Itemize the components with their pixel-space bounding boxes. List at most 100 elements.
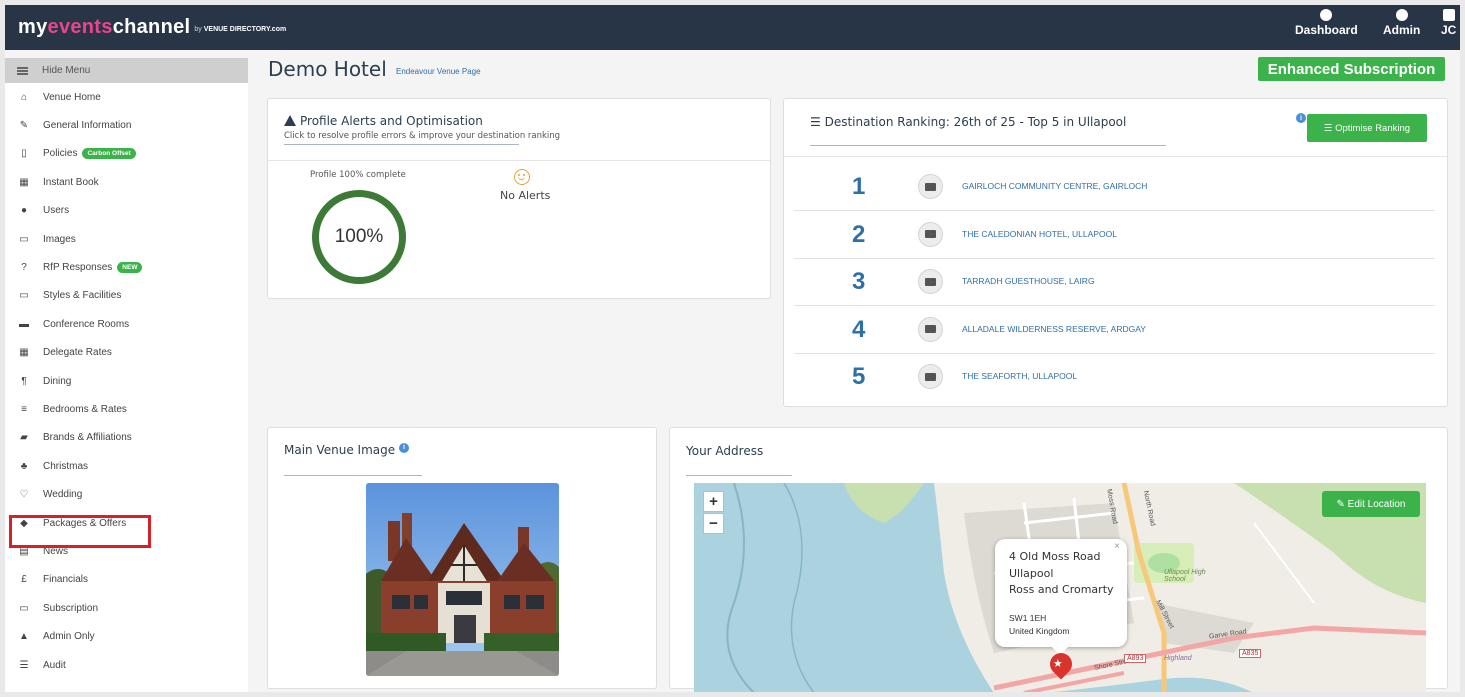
hamburger-icon [17,66,28,75]
title-underline [284,144,519,145]
ranking-venue-link[interactable]: ALLADALE WILDERNESS RESERVE, ARDGAY [962,324,1146,334]
sidebar-item-images[interactable]: ▭ Images [5,225,248,253]
profile-alerts-panel: Profile Alerts and Optimisation Click to… [267,98,771,299]
sidebar-item-christmas[interactable]: ♣ Christmas [5,452,248,480]
close-icon[interactable]: × [1114,541,1120,552]
optimise-ranking-label: Optimise Ranking [1335,122,1411,134]
logo-by: by VENUE DIRECTORY.com [194,26,286,33]
pound-icon: £ [21,574,27,586]
main-venue-image-panel: Main Venue Image i [267,427,657,689]
sidebar-item-financials[interactable]: £ Financials [5,566,248,594]
user-icon: ● [20,205,28,217]
address-popup: × 4 Old Moss Road Ullapool Ross and Crom… [995,539,1127,655]
subscription-button[interactable]: Enhanced Subscription [1258,57,1445,81]
sidebar-item-venue-home[interactable]: ⌂ Venue Home [5,83,248,111]
rank-number: 2 [852,220,866,248]
venue-page-link[interactable]: Endeavour Venue Page [396,67,481,76]
logo-partner: VENUE DIRECTORY.com [203,26,287,33]
camera-icon-body [925,277,936,286]
calculator-icon: ▦ [19,347,29,359]
ranking-row: 2 THE CALEDONIAN HOTEL, ULLAPOOL [794,211,1435,259]
image-icon: ▭ [19,233,29,245]
ranking-venue-link[interactable]: THE CALEDONIAN HOTEL, ULLAPOOL [962,229,1117,239]
sidebar-item-label: Delegate Rates [43,347,112,359]
sidebar-item-wedding[interactable]: ♡ Wedding [5,480,248,508]
sidebar-item-admin-only[interactable]: ▲ Admin Only [5,622,248,650]
edit-location-label: Edit Location [1347,498,1406,510]
nav-user[interactable]: JC [1441,9,1456,37]
location-map[interactable]: + − ✎ Edit Location North Road Mill Stre… [694,483,1426,692]
divider [784,156,1447,157]
sidebar-item-label: Policies [43,148,78,160]
hide-menu-toggle[interactable]: Hide Menu [5,58,248,83]
optimise-ranking-button[interactable]: ☰ Optimise Ranking [1307,114,1427,142]
sidebar-item-dining[interactable]: ¶ Dining [5,367,248,395]
address-line2: Ullapool [1009,567,1054,580]
sidebar-item-label: Financials [43,574,89,586]
sidebar-item-brands-affiliations[interactable]: ▰ Brands & Affiliations [5,424,248,452]
list-icon: ☰ [19,659,29,671]
list-icon: ☰ [1323,122,1336,134]
logo-by-text: by [194,26,202,33]
address-panel: Your Address + − ✎ Edit Location North R… [669,427,1448,692]
document-icon: ▯ [21,148,27,160]
sidebar-item-label: Brands & Affiliations [43,432,132,444]
camera-icon-body [925,325,936,333]
logo-text-events: events [47,16,113,38]
nav-dashboard[interactable]: Dashboard [1295,9,1358,37]
ranking-venue-link[interactable]: TARRADH GUESTHOUSE, LAIRG [962,276,1095,286]
camera-icon-body [925,372,936,381]
sidebar-item-delegate-rates[interactable]: ▦ Delegate Rates [5,339,248,367]
sidebar-item-label: Admin Only [43,631,95,643]
sidebar-item-subscription[interactable]: ▭ Subscription [5,594,248,622]
nav-admin[interactable]: Admin [1383,9,1420,37]
home-icon: ⌂ [20,91,28,103]
brand-logo[interactable]: myeventschannel by VENUE DIRECTORY.com [18,16,286,39]
top-bar: myeventschannel by VENUE DIRECTORY.com Da… [5,5,1460,50]
address-country: United Kingdom [1009,626,1070,636]
cutlery-icon: ¶ [21,375,27,387]
sidebar-item-styles-facilities[interactable]: ▭ Styles & Facilities [5,282,248,310]
heart-icon: ♡ [19,489,29,501]
sidebar-item-label: RfP Responses [43,262,113,274]
camera-icon [918,221,943,247]
zoom-out-button[interactable]: − [703,513,724,534]
highlight-annotation [9,515,151,548]
admin-icon [1395,9,1408,21]
warning-icon [284,115,296,126]
sidebar-item-instant-book[interactable]: ▦ Instant Book [5,168,248,196]
list-icon: ☰ [810,115,825,129]
info-icon[interactable]: i [398,442,409,453]
camera-icon [918,174,943,199]
sidebar: Hide Menu ⌂ Venue Home ✎ General Informatio… [5,58,248,692]
camera-icon [918,316,943,342]
ranking-row: 5 THE SEAFORTH, ULLAPOOL [794,353,1435,401]
profile-alerts-title[interactable]: Profile Alerts and Optimisation [284,114,483,128]
rank-number: 1 [852,173,866,200]
ranking-venue-link[interactable]: THE SEAFORTH, ULLAPOOL [962,371,1077,381]
sidebar-item-conference-rooms[interactable]: ▬ Conference Rooms [5,310,248,338]
app-window: myeventschannel by VENUE DIRECTORY.com Da… [5,5,1460,692]
tree-icon: ♣ [20,460,28,472]
sidebar-item-general-information[interactable]: ✎ General Information [5,111,248,139]
zoom-in-button[interactable]: + [703,491,724,512]
sidebar-item-policies[interactable]: ▯ Policies Carbon Offset [5,140,248,168]
profile-complete-label: Profile 100% complete [310,170,406,180]
sidebar-item-bedrooms-rates[interactable]: ≡ Bedrooms & Rates [5,395,248,423]
edit-location-button[interactable]: ✎ Edit Location [1322,491,1420,517]
warning-icon: ▲ [19,631,29,643]
info-icon[interactable]: i [1296,113,1306,123]
title-underline [686,475,792,476]
ranking-venue-link[interactable]: GAIRLOCH COMMUNITY CENTRE, GAIRLOCH [962,181,1147,191]
logo-text-channel: channel [112,16,191,38]
sidebar-item-users[interactable]: ● Users [5,197,248,225]
nav-admin-label: Admin [1383,23,1421,37]
sidebar-item-label: Wedding [43,489,83,501]
dashboard-icon [1320,9,1333,21]
venue-photo[interactable] [366,483,559,676]
sidebar-item-label: Bedrooms & Rates [43,403,127,415]
profile-complete-ring: 100% [312,190,406,284]
sidebar-item-rfp-responses[interactable]: ? RfP Responses NEW [5,253,248,281]
profile-complete-value: 100% [334,226,384,247]
sidebar-item-audit[interactable]: ☰ Audit [5,651,248,679]
